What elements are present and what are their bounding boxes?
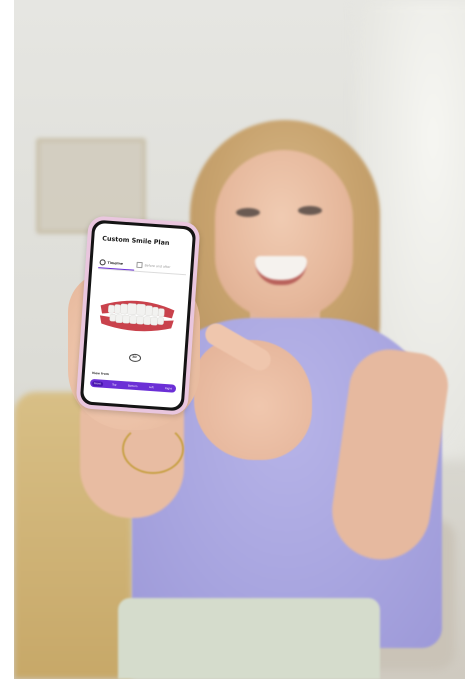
phone-bezel: Custom Smile Plan Timeline Before and af… [79, 219, 197, 412]
3d-teeth-model[interactable] [97, 293, 177, 334]
smartphone: Custom Smile Plan Timeline Before and af… [75, 215, 201, 416]
view-option-left[interactable]: Left [147, 384, 156, 390]
tab-timeline-label: Timeline [107, 260, 124, 266]
view-selector: Front Top Bottom Left Right [89, 378, 177, 393]
mint-pants [118, 598, 380, 679]
tab-before-and-after[interactable]: Before and after [136, 259, 171, 273]
view-option-bottom[interactable]: Bottom [126, 383, 140, 389]
phone-screen: Custom Smile Plan Timeline Before and af… [82, 222, 194, 409]
tab-before-after-label: Before and after [144, 263, 171, 270]
clock-icon [99, 259, 106, 266]
woman-face [215, 150, 353, 318]
right-eye [298, 206, 322, 215]
view-option-top[interactable]: Top [110, 382, 119, 388]
view-from-label: View from [91, 370, 110, 377]
gold-bracelet [122, 424, 184, 474]
rotate-3d-icon[interactable]: 3D [128, 353, 142, 363]
view-option-right[interactable]: Right [163, 385, 174, 391]
rotate-3d-label: 3D [131, 354, 137, 360]
app-title: Custom Smile Plan [102, 234, 170, 248]
view-option-front[interactable]: Front [92, 380, 103, 387]
left-eye [236, 208, 260, 217]
tab-bar: Timeline Before and after [98, 256, 187, 276]
photo-background: Custom Smile Plan Timeline Before and af… [14, 0, 465, 679]
compare-icon [136, 262, 143, 268]
active-tab-indicator [98, 267, 135, 271]
